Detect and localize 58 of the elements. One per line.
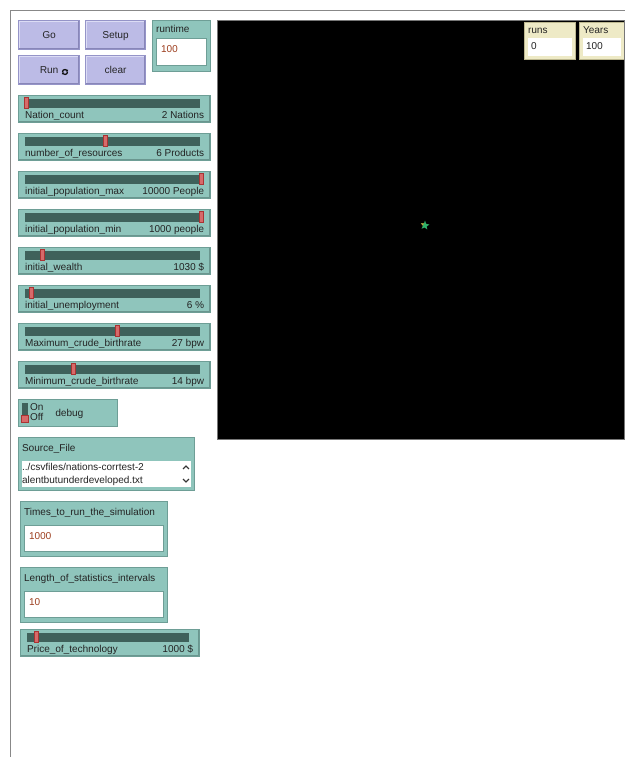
monitor-value: 100: [583, 38, 621, 56]
slider-value: 2 Nations: [162, 110, 204, 121]
input-label: Times_to_run_the_simulation: [24, 506, 156, 519]
slider-value: 27 bpw: [172, 338, 204, 349]
slider-label: initial_population_min: [25, 224, 122, 235]
on-label: On: [30, 403, 44, 413]
input-field[interactable]: 1000: [24, 525, 164, 552]
off-label: Off: [30, 413, 44, 423]
slider-label: initial_wealth: [25, 262, 82, 273]
slider-label: initial_population_max: [25, 186, 124, 197]
slider-track[interactable]: [25, 289, 200, 298]
text-line: alentbutunderdeveloped.txt: [22, 474, 144, 487]
slider-label: Price_of_technology: [27, 644, 118, 655]
toggle-switch[interactable]: On Off: [22, 403, 44, 423]
slider-track[interactable]: [25, 137, 200, 146]
slider-thumb[interactable]: [71, 363, 76, 375]
slider-label: Maximum_crude_birthrate: [25, 338, 142, 349]
slider-value: 6 Products: [156, 148, 204, 159]
slider-value: 14 bpw: [172, 376, 204, 387]
command-button[interactable]: clear: [85, 55, 146, 85]
slider-thumb[interactable]: [199, 211, 204, 223]
slider-thumb[interactable]: [199, 173, 204, 185]
input-field[interactable]: 100: [156, 38, 207, 66]
slider-label: initial_unemployment: [25, 300, 119, 311]
switch-label: debug: [55, 408, 84, 418]
slider-value: 1000 people: [148, 224, 204, 235]
monitor-label: runs: [528, 25, 548, 36]
command-button[interactable]: Go: [18, 20, 80, 50]
slider-label: Minimum_crude_birthrate: [25, 376, 138, 387]
input-label: Source_File: [22, 442, 76, 455]
command-button[interactable]: Run: [18, 55, 80, 85]
slider-track[interactable]: [27, 633, 189, 642]
scroll-up-icon[interactable]: [182, 465, 190, 470]
slider-value: 1000 $: [162, 644, 193, 655]
slider-thumb[interactable]: [115, 325, 120, 337]
input-label: Length_of_statistics_intervals: [24, 572, 156, 585]
monitor-label: Years: [583, 25, 610, 36]
text-area[interactable]: ../csvfiles/nations-corrtest-2 alentbutunderdeveloped.txt: [22, 461, 191, 487]
slider-thumb[interactable]: [34, 631, 40, 643]
slider-value: 1030 $: [173, 262, 204, 273]
slider-track[interactable]: [25, 327, 200, 336]
slider-thumb[interactable]: [40, 249, 45, 261]
slider-thumb[interactable]: [29, 287, 34, 299]
slider-track[interactable]: [25, 251, 200, 260]
slider-label: Nation_count: [25, 110, 84, 121]
slider-value: 6 %: [186, 300, 204, 311]
input-field[interactable]: 10: [24, 591, 164, 618]
slider-label: number_of_resources: [25, 148, 122, 159]
slider-thumb[interactable]: [24, 97, 29, 109]
scroll-down-icon[interactable]: [182, 478, 190, 483]
command-button[interactable]: Setup: [85, 20, 146, 50]
slider-value: 10000 People: [142, 186, 204, 197]
input-label: runtime: [156, 23, 190, 36]
slider-track[interactable]: [25, 99, 200, 108]
text-line: ../csvfiles/nations-corrtest-2: [22, 461, 145, 474]
slider-thumb[interactable]: [102, 135, 108, 147]
monitor-value: 0: [528, 38, 572, 56]
slider-track[interactable]: [25, 365, 200, 374]
